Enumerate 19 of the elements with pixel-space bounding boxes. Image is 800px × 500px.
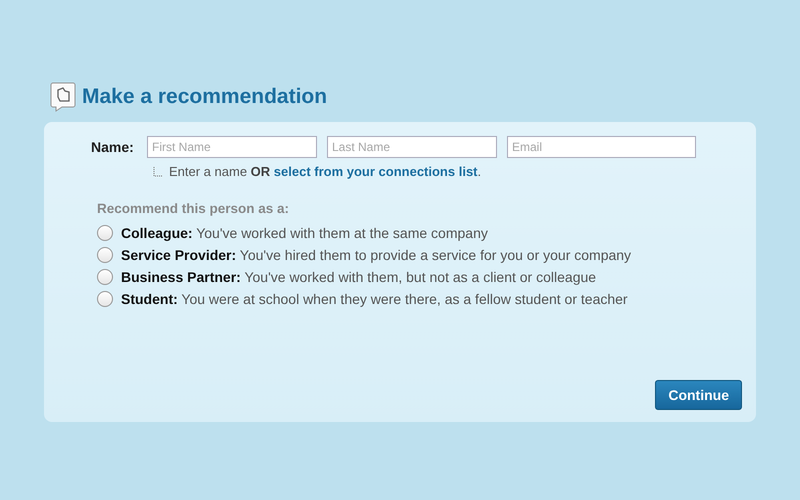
connections-link[interactable]: select from your connections list bbox=[274, 164, 478, 179]
option-text: Student: You were at school when they were there, as a fellow student or teacher bbox=[121, 290, 629, 308]
option-text: Service Provider: You've hired them to provide a service for you or your company bbox=[121, 246, 632, 264]
name-input-field[interactable]: Email bbox=[507, 136, 696, 158]
page-title: Make a recommendation bbox=[82, 85, 328, 109]
radio-button[interactable] bbox=[97, 291, 113, 307]
name-input-field[interactable]: First Name bbox=[147, 136, 317, 158]
continue-button[interactable]: Continue bbox=[655, 380, 742, 410]
name-input-field[interactable]: Last Name bbox=[327, 136, 497, 158]
hint-text: Enter a name OR select from your connections list. bbox=[169, 164, 482, 179]
option-text: Business Partner: You've worked with them, but not as a client or colleague bbox=[121, 268, 598, 286]
radio-button[interactable] bbox=[97, 225, 113, 241]
tree-branch-icon bbox=[153, 166, 163, 176]
option-text: Colleague: You've worked with them at the same company bbox=[121, 224, 489, 242]
radio-button[interactable] bbox=[97, 269, 113, 285]
recommendation-icon bbox=[50, 82, 76, 112]
radio-button[interactable] bbox=[97, 247, 113, 263]
options-heading: Recommend this person as a: bbox=[97, 201, 290, 216]
name-label: Name: bbox=[91, 139, 135, 155]
